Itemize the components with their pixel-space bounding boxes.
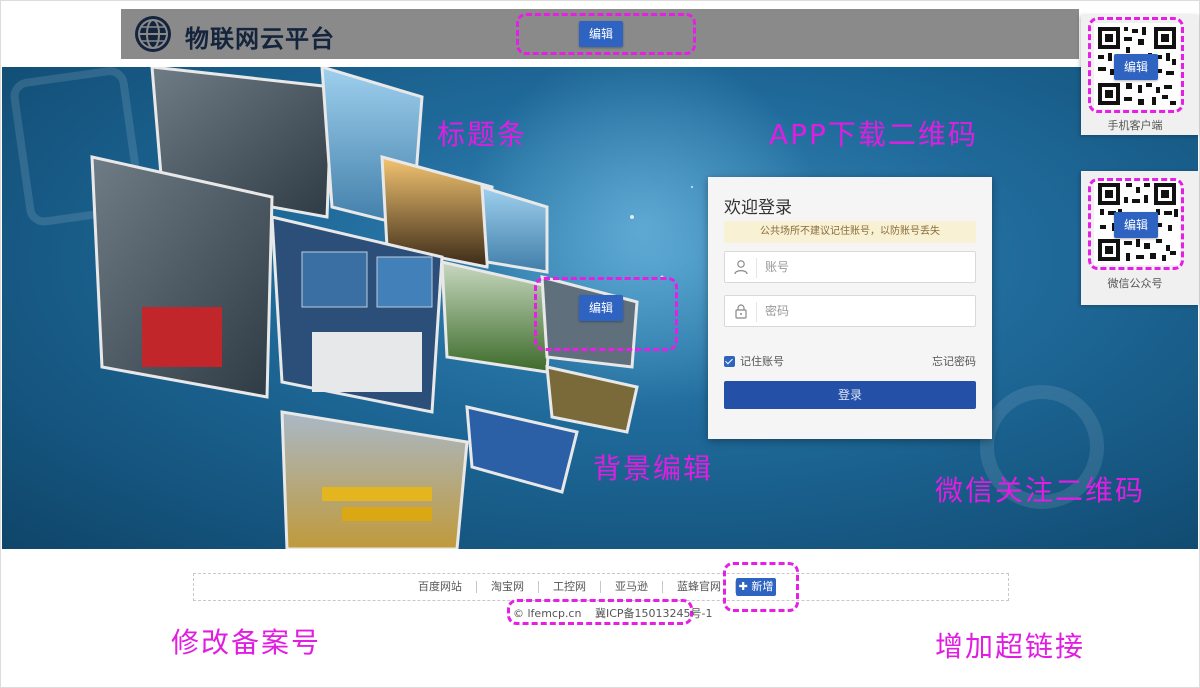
icp-record[interactable]: © lfemcp.cn 冀ICP备15013245号-1 — [513, 605, 722, 621]
annotation-wechat-qr: 微信关注二维码 — [935, 474, 1146, 507]
copyright-text: © lfemcp.cn — [513, 607, 582, 620]
login-panel: 欢迎登录 公共场所不建议记住账号，以防账号丢失 记住账号 忘记密码 登录 — [708, 177, 992, 439]
icp-number[interactable]: 冀ICP备15013245号-1 — [595, 607, 713, 620]
wechat-qr-edit-button[interactable]: 编辑 — [1114, 212, 1158, 238]
app-qr-edit-button[interactable]: 编辑 — [1114, 54, 1158, 80]
remember-account[interactable]: 记住账号 — [724, 353, 784, 369]
annotation-add-link: 增加超链接 — [935, 630, 1086, 663]
account-input[interactable] — [765, 256, 965, 278]
password-field[interactable] — [724, 295, 976, 327]
brand-title: 物联网云平台 — [185, 25, 335, 53]
login-button[interactable]: 登录 — [724, 381, 976, 409]
footer-link[interactable]: 工控网 — [539, 581, 601, 593]
login-title: 欢迎登录 — [724, 198, 792, 218]
login-tip: 公共场所不建议记住账号，以防账号丢失 — [724, 221, 976, 243]
background-edit-button[interactable]: 编辑 — [579, 295, 623, 321]
user-icon — [734, 260, 748, 275]
remember-checkbox[interactable] — [724, 355, 735, 367]
add-link-button[interactable]: ✚ 新增 — [736, 578, 776, 596]
wechat-qr-label: 微信公众号 — [1107, 277, 1163, 290]
field-separator — [756, 258, 757, 278]
footer-links: 百度网站 淘宝网 工控网 亚马逊 蓝蜂官网 — [194, 574, 1008, 600]
lock-icon — [735, 304, 747, 319]
remember-label: 记住账号 — [740, 355, 784, 368]
forgot-password-link[interactable]: 忘记密码 — [932, 353, 976, 369]
footer-link[interactable]: 亚马逊 — [601, 581, 663, 593]
annotation-title-bar: 标题条 — [437, 118, 528, 151]
title-edit-button[interactable]: 编辑 — [579, 21, 623, 47]
password-input[interactable] — [765, 300, 965, 322]
globe-logo-icon — [135, 16, 171, 52]
footer-link[interactable]: 百度网站 — [404, 581, 477, 593]
account-field[interactable] — [724, 251, 976, 283]
annotation-background-edit: 背景编辑 — [593, 452, 714, 485]
page: 物联网云平台 编辑 标题条 APP下载二维码 背景编辑 微信关注二维码 修改备案… — [0, 0, 1200, 688]
app-qr-label: 手机客户端 — [1107, 119, 1163, 132]
footer-link[interactable]: 淘宝网 — [477, 581, 539, 593]
annotation-edit-icp: 修改备案号 — [171, 626, 322, 659]
annotation-app-qr: APP下载二维码 — [769, 118, 978, 151]
footer-links-bar: 百度网站 淘宝网 工控网 亚马逊 蓝蜂官网 — [193, 573, 1009, 601]
field-separator — [756, 302, 757, 322]
